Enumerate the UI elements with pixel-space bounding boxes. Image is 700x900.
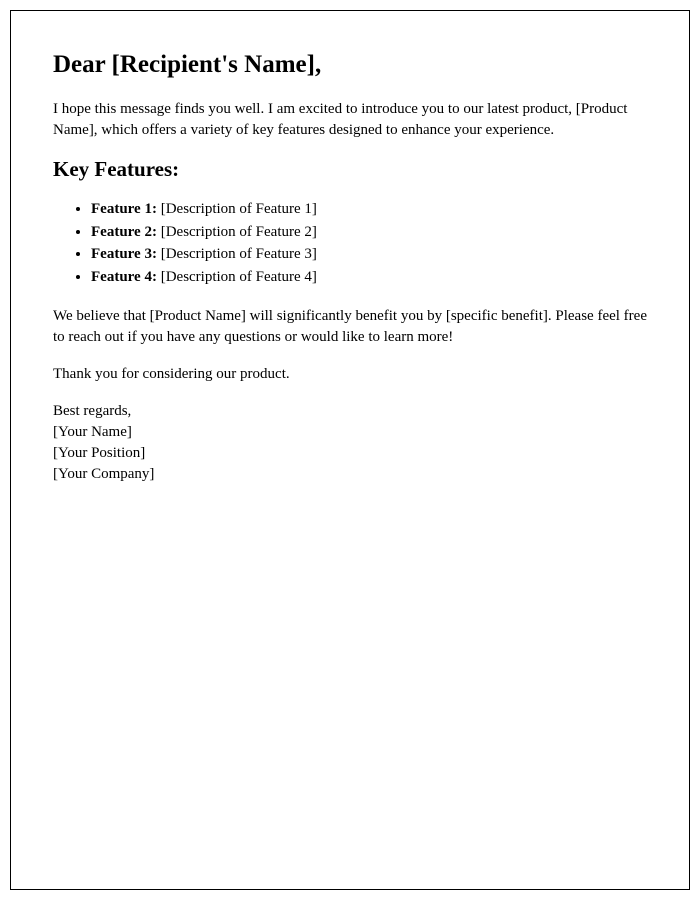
feature-label: Feature 2: — [91, 224, 157, 240]
feature-label: Feature 4: — [91, 269, 157, 285]
feature-description: [Description of Feature 3] — [157, 246, 317, 262]
list-item: Feature 3: [Description of Feature 3] — [91, 243, 647, 266]
closing-block: Best regards, [Your Name] [Your Position… — [53, 401, 647, 485]
salutation-heading: Dear [Recipient's Name], — [53, 51, 647, 79]
closing-regards: Best regards, — [53, 401, 647, 422]
closing-position: [Your Position] — [53, 443, 647, 464]
feature-label: Feature 3: — [91, 246, 157, 262]
closing-company: [Your Company] — [53, 464, 647, 485]
list-item: Feature 2: [Description of Feature 2] — [91, 221, 647, 244]
thank-you-paragraph: Thank you for considering our product. — [53, 364, 647, 385]
feature-description: [Description of Feature 1] — [157, 201, 317, 217]
features-heading: Key Features: — [53, 157, 647, 182]
feature-label: Feature 1: — [91, 201, 157, 217]
feature-description: [Description of Feature 2] — [157, 224, 317, 240]
closing-name: [Your Name] — [53, 422, 647, 443]
list-item: Feature 4: [Description of Feature 4] — [91, 266, 647, 289]
list-item: Feature 1: [Description of Feature 1] — [91, 198, 647, 221]
features-list: Feature 1: [Description of Feature 1] Fe… — [91, 198, 647, 288]
benefit-paragraph: We believe that [Product Name] will sign… — [53, 306, 647, 348]
intro-paragraph: I hope this message finds you well. I am… — [53, 99, 647, 141]
feature-description: [Description of Feature 4] — [157, 269, 317, 285]
document-page: Dear [Recipient's Name], I hope this mes… — [10, 10, 690, 890]
